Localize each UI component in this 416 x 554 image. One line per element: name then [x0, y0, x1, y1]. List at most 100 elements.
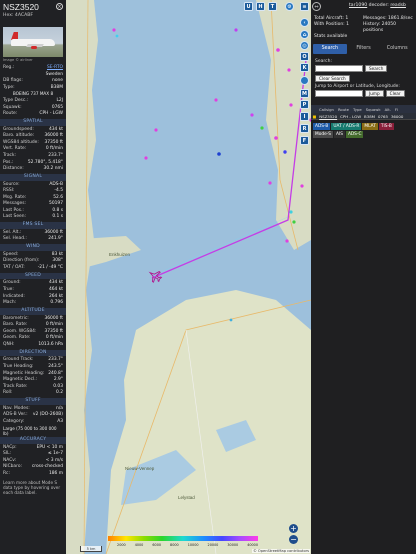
legend-chip-mlat[interactable]: MLAT [362, 123, 378, 131]
signal-value: 0.1 s [52, 214, 63, 220]
signal-label: Last Seen: [3, 214, 26, 220]
accuracy-label: Rc: [3, 471, 10, 477]
col-type[interactable]: Type [351, 107, 364, 112]
altitude-value: 0 ft/min [45, 322, 63, 328]
legend-chip-uat-ads-r[interactable]: UAT / ADS-R [331, 123, 362, 131]
toggle-T-button[interactable]: T [268, 2, 277, 11]
direction-row: Ground Track: 233.7° [0, 357, 66, 364]
place-enkhuizen: Enkhuizen [109, 252, 131, 257]
col-squawk[interactable]: Squawk [364, 107, 383, 112]
wind-value: -21 / -49 °C [37, 265, 63, 271]
stuff-value: v2 (DO-260B) [32, 412, 63, 418]
scale-bar: 5 km [80, 546, 102, 552]
jump-input[interactable] [315, 90, 363, 98]
registration-label: Reg.: [3, 65, 15, 70]
toggle-U-button[interactable]: U [244, 2, 253, 11]
col-flag[interactable]: Fl [393, 107, 400, 112]
section-wind: WIND [0, 244, 66, 251]
tab-search[interactable]: Search [313, 44, 347, 55]
accuracy-row: Rc: 186 m [0, 471, 66, 478]
place-lelystad: Lelystad [178, 495, 195, 500]
selected-callsign: NSZ3520 [3, 2, 39, 12]
registration-row: DB flags: none [0, 78, 66, 85]
layers-icon[interactable]: ≡ [300, 2, 309, 11]
speed-value: 0.796 [50, 300, 63, 306]
toggle-F-button[interactable]: F [300, 136, 309, 145]
stuff-row: Category: A3 [0, 419, 66, 426]
spatial-value: 36000 ft [44, 133, 63, 139]
version-label: decoder: [367, 3, 391, 8]
spatial-value: 233.7° [48, 152, 63, 158]
stat-total-aircraft: Total Aircraft: 1 [314, 16, 349, 21]
sidebar-toggle-icon[interactable]: ‹ [300, 18, 309, 27]
altitude-legend-ticks: 2000 4000 6000 8000 10000 20000 30000 40000 [117, 543, 258, 547]
signal-label: RSSI: [3, 188, 15, 194]
spatial-row: Track: 233.7° [0, 153, 66, 160]
jump-clear-button[interactable]: Clear [385, 90, 405, 98]
toggle-M-button[interactable]: M [300, 89, 309, 98]
tab-filters[interactable]: Filters [347, 44, 381, 54]
direction-label: True Heading: [3, 363, 34, 369]
type-info-label: Route: [3, 111, 18, 117]
col-route[interactable]: Route [336, 107, 351, 112]
type-info-row: Type Desc.: L2J [0, 98, 66, 105]
collapse-arrow-icon[interactable]: ⇔ [312, 2, 321, 11]
legend-chip-ads-c[interactable]: ADS-C [345, 131, 364, 139]
type-info-value: CPH - LGW [39, 111, 63, 117]
registration-value[interactable]: SE-RTO [47, 65, 63, 72]
altitude-row: Geom. Rate: 0 ft/min [0, 335, 66, 342]
blank-toggle-button[interactable] [300, 76, 309, 85]
source-legend: ADS-B UAT / ADS-R MLAT TIS-B Mode-S AIS ADS-C [311, 120, 416, 139]
stat-empty [363, 34, 416, 39]
row-flag-icon: ■ [312, 113, 317, 119]
clear-search-button[interactable]: Clear Search [315, 75, 350, 83]
zoom-in-button[interactable]: + [289, 524, 298, 533]
jump-button[interactable]: Jump [365, 90, 384, 98]
version-name-link[interactable]: tar1090 [349, 3, 367, 8]
legend-chip-ads-b[interactable]: ADS-B [313, 123, 331, 131]
col-callsign[interactable]: Callsign [317, 107, 336, 112]
registration-row: Reg.: SE-RTO [0, 65, 66, 72]
search-input[interactable] [315, 65, 363, 73]
altitude-value: 0 ft/min [45, 335, 63, 341]
map-view[interactable]: Enkhuizen Nieuw-Vennep Lelystad U H T ⚙ … [66, 0, 311, 554]
altitude-label: Geom. Rate: [3, 335, 31, 341]
map-canvas[interactable] [66, 0, 311, 554]
stuff-label: ADS-B Ver.: [3, 412, 28, 418]
section-direction: DIRECTION [0, 349, 66, 357]
decoder-link[interactable]: readsb [390, 3, 406, 8]
table-row[interactable]: ■ NSZ3520 CPH - LGW B38M 0765 36000 [311, 113, 416, 121]
search-button[interactable]: Search [365, 65, 388, 73]
aircraft-photo[interactable] [3, 27, 63, 57]
fms-label: Sel. Head.: [3, 236, 27, 242]
zoom-out-button[interactable]: − [289, 535, 298, 544]
panel-tabs: Search Filters Columns [313, 44, 414, 55]
settings-gear-icon[interactable]: ⚙ [285, 2, 294, 11]
tab-columns[interactable]: Columns [380, 44, 414, 54]
type-info-label: Type Desc.: [3, 97, 29, 103]
toggle-O-button[interactable]: O [300, 52, 309, 61]
toggle-P-button[interactable]: P [300, 100, 309, 109]
spatial-value: 0 ft/min [45, 146, 63, 152]
close-icon[interactable]: × [56, 3, 63, 10]
toggle-R-button[interactable]: R [300, 124, 309, 133]
legend-chip-tis-b[interactable]: TIS-B [378, 123, 394, 131]
toggle-I-button[interactable]: I [300, 112, 309, 121]
section-altitude: ALTITUDE [0, 307, 66, 315]
signal-row: Messages: 50197 [0, 201, 66, 208]
direction-row: True Heading: 243.5° [0, 364, 66, 371]
col-altitude[interactable]: Alt. [383, 107, 393, 112]
toggle-K-button[interactable]: K [300, 63, 309, 72]
home-icon[interactable]: ⌂ [300, 30, 309, 39]
legend-chip-mode-s[interactable]: Mode-S [313, 131, 333, 139]
stuff-value: A3 [57, 418, 63, 424]
legend-chip-ais[interactable]: AIS [334, 131, 345, 139]
stat-messages: Messages: 1861.8/sec [363, 16, 413, 21]
registration-value: none [52, 78, 63, 84]
toggle-H-button[interactable]: H [256, 2, 265, 11]
stats-available-link[interactable]: Stats available [314, 34, 363, 39]
reset-icon[interactable]: ◎ [300, 41, 309, 50]
altitude-label: QNH: [3, 341, 15, 347]
row-squawk: 0765 [378, 113, 388, 119]
map-attribution[interactable]: © OpenStreetMap contributors [252, 549, 310, 553]
